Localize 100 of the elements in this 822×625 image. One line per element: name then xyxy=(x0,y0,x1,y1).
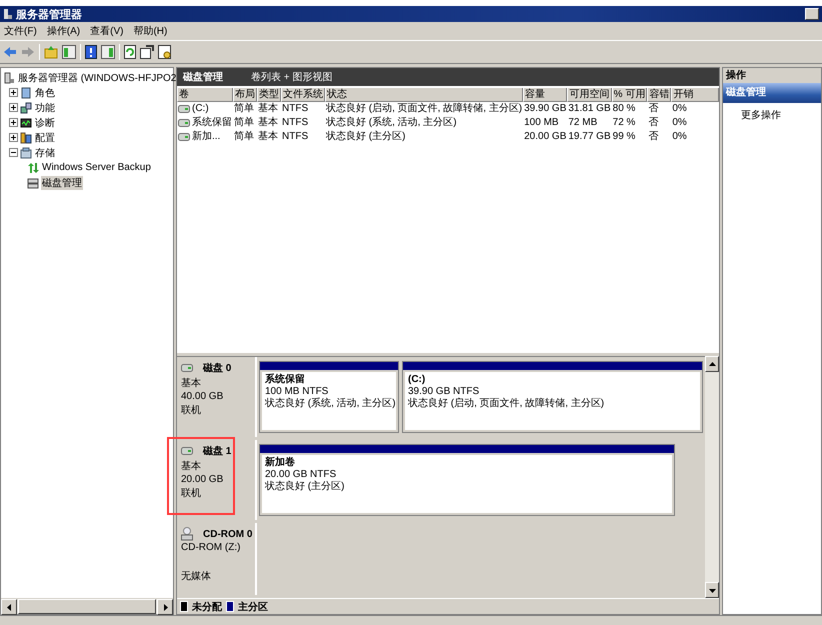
disk-info-panel[interactable]: 磁盘 0 基本 40.00 GB 联机 xyxy=(177,357,257,437)
help-icon[interactable] xyxy=(85,45,97,59)
volume-name[interactable]: 新加... xyxy=(192,130,220,144)
tree-item[interactable]: 功能 xyxy=(34,100,56,114)
expand-toggle[interactable] xyxy=(9,133,18,142)
column-header[interactable]: 开销 xyxy=(671,88,719,102)
up-arrow-icon xyxy=(708,360,716,368)
disk-management-icon xyxy=(27,176,39,188)
expand-toggle[interactable] xyxy=(9,88,18,97)
configuration-icon xyxy=(20,132,32,144)
refresh-icon[interactable] xyxy=(124,45,136,59)
action-link[interactable]: 更多操作 xyxy=(723,103,821,122)
table-cell-text: 0% xyxy=(671,130,688,144)
column-header[interactable]: 容错 xyxy=(647,88,672,102)
scroll-up-button[interactable] xyxy=(705,356,719,372)
server-icon xyxy=(3,8,13,20)
table-cell-text: NTFS xyxy=(281,130,310,144)
column-header[interactable]: 布局 xyxy=(233,88,257,102)
right-arrow-icon xyxy=(162,604,168,610)
tree-item[interactable]: 诊断 xyxy=(34,116,56,130)
partition-size: 20.00 GB NTFS xyxy=(265,469,338,480)
action-pane-icon[interactable] xyxy=(101,45,115,59)
table-cell-text: 状态良好 (系统, 活动, 主分区) xyxy=(325,116,458,130)
tree-item[interactable]: 服务器管理器 (WINDOWS-HFJPO2 xyxy=(17,70,178,84)
column-header[interactable]: 文件系统 xyxy=(281,88,325,102)
monitor-icon xyxy=(20,116,32,128)
scroll-thumb[interactable] xyxy=(18,599,156,614)
server-icon xyxy=(3,72,15,84)
features-icon xyxy=(20,102,32,114)
restore-button[interactable] xyxy=(805,8,819,20)
down-arrow-icon xyxy=(708,586,716,594)
actions-section-header[interactable]: 磁盘管理 xyxy=(723,83,821,103)
volume-name[interactable]: 系统保留 xyxy=(192,116,232,130)
table-cell: 19.77 GB xyxy=(567,130,612,144)
column-header[interactable]: % 可用 xyxy=(612,88,648,102)
disk-type: CD-ROM (Z:) xyxy=(181,542,242,553)
partition-name: 系统保留 xyxy=(265,374,306,386)
properties-icon[interactable] xyxy=(140,45,154,59)
legend-label: 未分配 xyxy=(192,600,222,614)
expand-toggle[interactable] xyxy=(9,103,18,112)
disk-size: 40.00 GB xyxy=(181,391,224,402)
partition-block[interactable]: 系统保留 100 MB NTFS 状态良好 (系统, 活动, 主分区) xyxy=(259,361,399,433)
disk-name: CD-ROM 0 xyxy=(203,528,252,540)
window-title: 服务器管理器 xyxy=(16,8,82,22)
tree-item[interactable]: Windows Server Backup xyxy=(41,162,152,173)
table-cell-text: 否 xyxy=(647,116,660,130)
scroll-down-button[interactable] xyxy=(705,582,719,598)
partition-size: 100 MB NTFS xyxy=(265,386,330,398)
partition-block[interactable]: 新加卷 20.00 GB NTFS 状态良好 (主分区) xyxy=(259,444,675,516)
disk-info-panel[interactable]: 磁盘 1 基本 20.00 GB 联机 xyxy=(177,440,257,520)
tree-item[interactable]: 存储 xyxy=(34,146,56,160)
export-list-icon[interactable] xyxy=(158,45,172,59)
table-cell-text: 简单 xyxy=(233,102,255,116)
disk-status: 联机 xyxy=(181,404,202,417)
table-cell-text: 0% xyxy=(671,102,688,116)
table-cell-text: 否 xyxy=(647,130,660,144)
table-cell-text: 基本 xyxy=(257,116,279,130)
tree-item[interactable]: 配置 xyxy=(34,130,56,144)
scroll-left-button[interactable] xyxy=(1,599,17,615)
view-label: 卷列表 + 图形视图 xyxy=(251,70,332,84)
menu-item[interactable]: 操作(A) xyxy=(46,24,80,38)
partition-status: 状态良好 (启动, 页面文件, 故障转储, 主分区) xyxy=(408,398,606,410)
partition-block[interactable]: (C:) 39.90 GB NTFS 状态良好 (启动, 页面文件, 故障转储, 主分区) xyxy=(402,361,703,433)
partition-name: 新加卷 xyxy=(265,457,296,469)
partition-status: 状态良好 (系统, 活动, 主分区) xyxy=(265,398,393,410)
tree-item[interactable]: 角色 xyxy=(34,86,56,100)
column-header[interactable]: 可用空间 xyxy=(567,88,612,102)
expand-toggle[interactable] xyxy=(9,118,18,127)
table-cell: 状态良好 (启动, 页面文件, 故障转储, 主分区) xyxy=(325,102,524,116)
partition-status: 状态良好 (主分区) xyxy=(265,481,346,493)
disk-type: 基本 xyxy=(181,460,202,473)
disk-type: 基本 xyxy=(181,376,202,390)
table-cell-text: 状态良好 (主分区) xyxy=(325,130,406,144)
volume-name[interactable]: (C:) xyxy=(192,102,209,116)
tree-pane-icon[interactable] xyxy=(62,45,76,59)
menu-item[interactable]: 查看(V) xyxy=(90,24,124,38)
table-cell-text: 简单 xyxy=(233,116,255,130)
scroll-right-button[interactable] xyxy=(157,599,173,615)
column-header[interactable]: 状态 xyxy=(325,88,524,102)
menu-item[interactable]: 帮助(H) xyxy=(133,24,168,38)
pane-title: 磁盘管理 xyxy=(183,70,223,84)
table-cell-text: NTFS xyxy=(281,116,310,130)
backup-icon xyxy=(27,162,39,174)
column-header[interactable]: 类型 xyxy=(257,88,281,102)
actions-header: 操作 xyxy=(723,68,821,83)
left-arrow-icon xyxy=(6,604,12,610)
disk-info-panel[interactable]: CD-ROM 0 CD-ROM (Z:) 无媒体 xyxy=(177,523,257,595)
table-cell: 39.90 GB xyxy=(523,102,568,116)
column-header[interactable]: 卷 xyxy=(177,88,233,102)
roles-icon xyxy=(20,86,32,98)
expand-toggle[interactable] xyxy=(9,148,18,157)
back-icon[interactable] xyxy=(3,46,17,58)
table-cell-text: 72 % xyxy=(612,116,636,130)
table-cell-text: 基本 xyxy=(257,130,279,144)
table-cell-text: 99 % xyxy=(612,130,636,144)
menu-item[interactable]: 文件(F) xyxy=(4,24,37,38)
column-header[interactable]: 容量 xyxy=(523,88,568,102)
tree-item[interactable]: 磁盘管理 xyxy=(41,176,83,190)
table-cell-text: 72 MB xyxy=(567,116,598,130)
table-cell-text: 100 MB xyxy=(523,116,560,130)
